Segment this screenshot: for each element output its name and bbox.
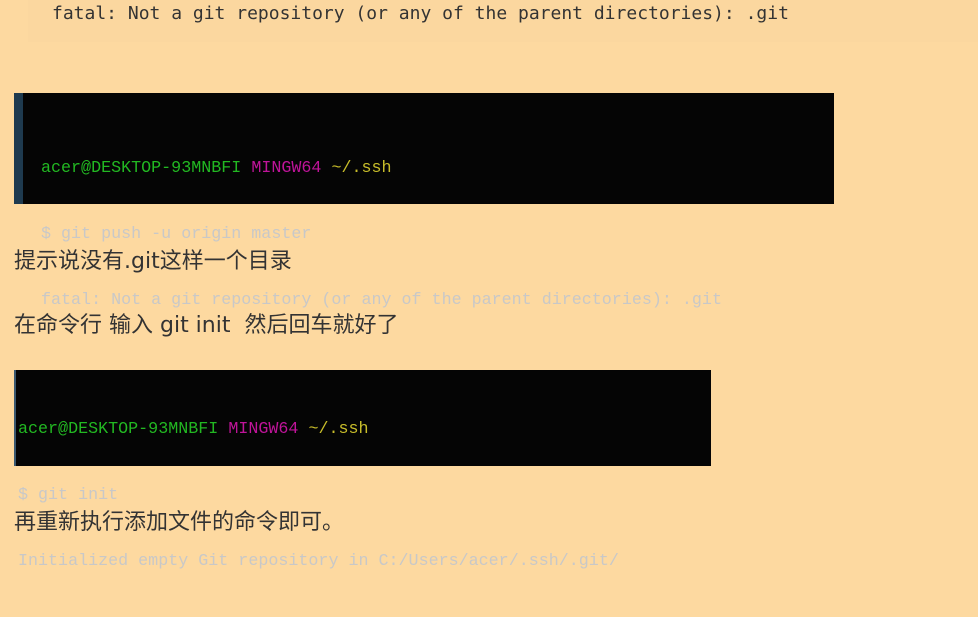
terminal-output-line: fatal: Not a git repository (or any of t… <box>41 291 722 310</box>
terminal-screenshot-git-init: acer@DESKTOP-93MNBFI MINGW64 ~/.ssh $ gi… <box>14 370 711 571</box>
prompt-env: MINGW64 <box>228 420 299 439</box>
paragraph-no-git-directory: 提示说没有.git这样一个目录 <box>14 249 292 274</box>
code-line: fatal: Not a git repository (or any of t… <box>52 3 789 24</box>
terminal-screenshot-git-push: acer@DESKTOP-93MNBFI MINGW64 ~/.ssh $ gi… <box>14 93 834 310</box>
prompt-user: acer@DESKTOP-93MNBFI <box>18 420 219 439</box>
terminal-lines: acer@DESKTOP-93MNBFI MINGW64 ~/.ssh $ gi… <box>18 375 619 617</box>
prompt-path: ~/.ssh <box>308 420 369 439</box>
terminal-prompt-line: acer@DESKTOP-93MNBFI MINGW64 ~/.ssh <box>18 419 619 441</box>
terminal-command-line: $ git push -u origin master <box>41 225 312 244</box>
terminal-output-line: Initialized empty Git repository in C:/U… <box>18 552 619 571</box>
terminal-left-border <box>14 370 16 466</box>
prompt-user: acer@DESKTOP-93MNBFI <box>41 159 242 178</box>
terminal-prompt-line: acer@DESKTOP-93MNBFI MINGW64 ~/.ssh <box>41 158 722 180</box>
terminal-command-line: $ git init <box>18 486 119 505</box>
prompt-path: ~/.ssh <box>331 159 392 178</box>
code-block: fatal: Not a git repository (or any of t… <box>28 0 978 42</box>
paragraph-rerun-add-command: 再重新执行添加文件的命令即可。 <box>14 510 345 535</box>
prompt-env: MINGW64 <box>251 159 322 178</box>
terminal-left-border <box>14 93 23 204</box>
paragraph-run-git-init: 在命令行 输入 git init 然后回车就好了 <box>14 313 399 338</box>
